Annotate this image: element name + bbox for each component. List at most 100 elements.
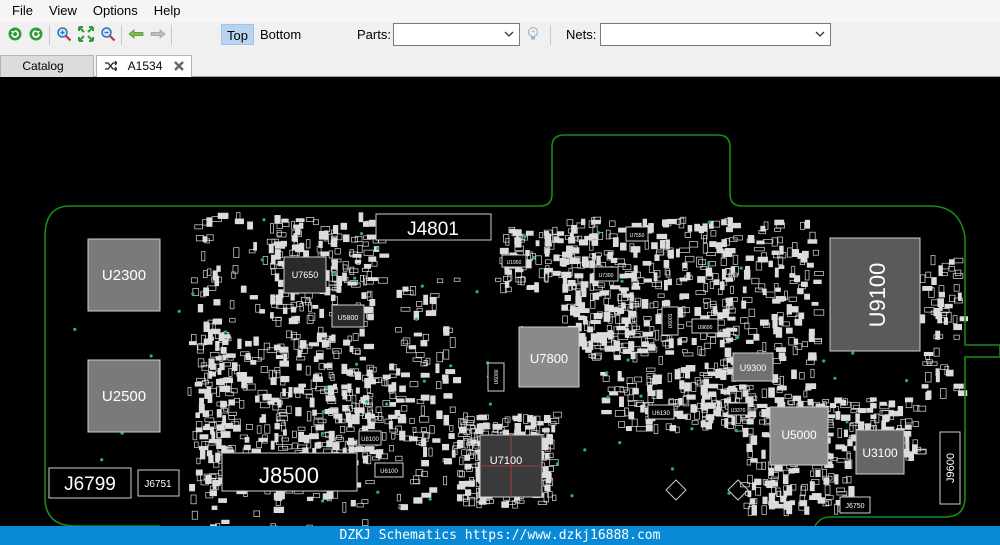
component-pad [921,384,929,389]
via [905,379,909,383]
component-pad [581,287,587,298]
component-pad [356,503,364,508]
connector-j8500[interactable]: J8500 [221,452,358,492]
nets-label: Nets: [566,27,597,42]
menu-options[interactable]: Options [85,0,146,22]
board-canvas[interactable]: U2300 U2500 U7800 U7100 U9100 U5000 U310… [0,77,1000,526]
connector-j9600[interactable]: J9600 [939,431,961,505]
pcb-board[interactable]: U2300 U2500 U7800 U7100 U9100 U5000 U310… [0,77,1000,526]
connector-j4801[interactable]: J4801 [375,213,492,241]
chip-u7650[interactable]: U7650 [283,256,327,294]
component-pad [189,483,196,492]
chip-u6001[interactable]: U6001 [661,306,679,336]
fit-icon[interactable] [77,25,95,43]
chip-u7300[interactable]: U7300 [593,266,619,282]
chip-u9600[interactable]: U9600 [691,318,719,334]
component-pad [628,310,637,318]
component-pad [561,304,568,311]
component-pad [220,431,231,438]
component-pad [225,423,234,429]
chip-u9300[interactable]: U9300 [732,352,774,382]
chip-u3100[interactable]: U3100 [855,429,905,475]
component-pad [292,430,297,439]
component-pad [748,328,758,335]
parts-label: Parts: [357,27,391,42]
chip-u7100[interactable]: U7100 [479,434,543,498]
zoom-out-icon[interactable] [99,25,117,43]
chip-u6000[interactable]: U6000 [487,362,505,392]
chevron-down-icon[interactable] [814,28,826,40]
back-arrow-icon[interactable] [127,25,145,43]
component-pad [809,481,815,492]
chip-u6100[interactable]: U6100 [374,462,404,478]
chip-u7550[interactable]: U7550 [625,226,649,242]
component-pad [604,345,616,352]
component-pad [825,495,834,500]
tab-catalog[interactable]: Catalog [0,55,94,77]
chip-u5800[interactable]: U5800 [331,304,365,328]
connector-j6799[interactable]: J6799 [48,467,132,499]
component-pad [192,430,198,441]
connector-j6750[interactable]: J6750 [839,496,871,514]
rotate-left-icon[interactable] [6,25,24,43]
component-pad [618,227,627,233]
component-pad [844,460,852,469]
chip-u2300[interactable]: U2300 [87,238,161,312]
zoom-in-icon[interactable] [55,25,73,43]
chip-u2500[interactable]: U2500 [87,359,161,433]
component-pad [707,371,717,376]
chip-u5000[interactable]: U5000 [769,406,829,466]
component-pad [726,357,734,363]
component-pad [805,386,812,391]
top-layer-button[interactable]: Top [221,24,254,45]
rotate-right-icon[interactable] [27,25,45,43]
component-pad [207,268,212,276]
component-pad [507,274,513,281]
via [414,317,419,321]
component-pad [228,399,235,406]
component-pad [745,339,754,344]
component-pad [391,433,396,440]
chip-label: U3370 [731,408,746,414]
component-pad [837,428,842,438]
component-pad [684,382,691,392]
via [420,284,424,288]
component-pad [787,247,793,258]
chip-label: U6001 [668,313,674,328]
menu-help[interactable]: Help [146,0,189,22]
connector-j6751[interactable]: J6751 [137,469,180,497]
component-pad [313,418,324,426]
chip-u1950[interactable]: U1950 [501,254,527,268]
component-pad [316,332,327,338]
chip-u3370[interactable]: U3370 [727,402,749,416]
chip-u6130[interactable]: U6130 [647,404,675,420]
component-pad [276,370,281,379]
component-pad [544,248,550,257]
chevron-down-icon[interactable] [503,28,515,40]
chip-u7800[interactable]: U7800 [518,326,580,388]
component-pad [359,328,365,337]
menu-view[interactable]: View [41,0,85,22]
component-pad [342,261,350,270]
chip-u8100[interactable]: U8100 [358,430,382,446]
component-pad [938,285,945,294]
chip-u9100[interactable]: U9100 [829,237,921,352]
component-pad [312,493,321,499]
component-pad [774,227,781,232]
parts-combo[interactable] [393,23,520,46]
component-pad [624,330,636,336]
via [149,354,153,358]
lightbulb-icon[interactable] [524,25,542,43]
component-pad [778,265,785,269]
component-pad [630,246,641,253]
menu-file[interactable]: File [4,0,41,22]
bottom-layer-button[interactable]: Bottom [255,24,306,45]
component-pad [290,292,295,301]
tab-board[interactable]: A1534 [96,55,192,78]
component-pad [568,237,576,244]
component-pad [829,403,837,409]
nets-combo[interactable] [600,23,831,46]
component-pad [341,363,348,374]
close-icon[interactable] [173,60,185,72]
forward-arrow-icon[interactable] [149,25,167,43]
